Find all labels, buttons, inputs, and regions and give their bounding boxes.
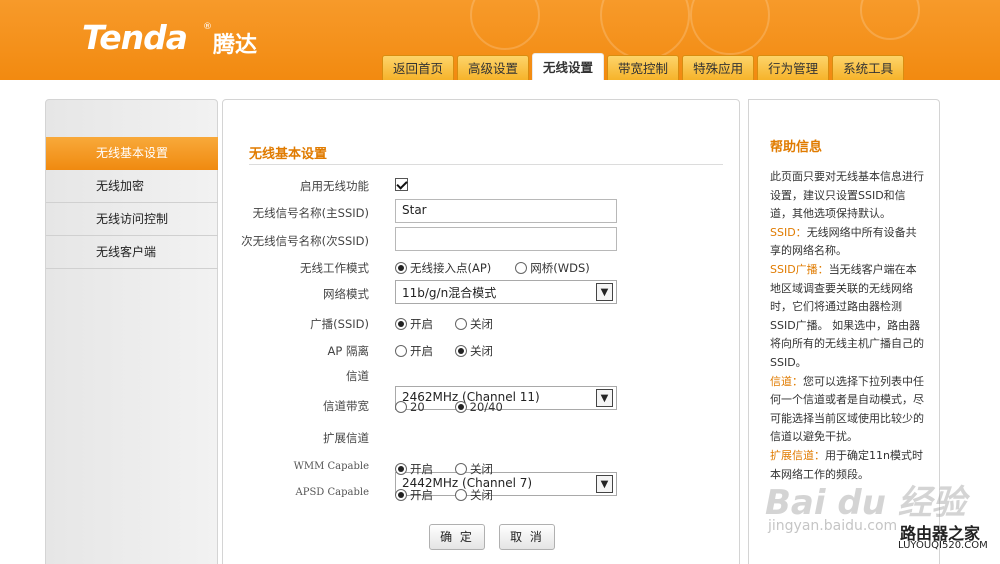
ssid-broadcast-label: 广播(SSID)	[310, 317, 369, 331]
ssid-broadcast-on-radio[interactable]	[395, 318, 407, 330]
wmm-off-radio[interactable]	[455, 463, 467, 475]
bandwidth-20-radio[interactable]	[395, 401, 407, 413]
wmm-radios: 开启 关闭	[395, 461, 493, 477]
work-mode-ap-radio[interactable]	[395, 262, 407, 274]
chevron-down-icon: ▼	[596, 389, 613, 407]
ssid-broadcast-off-label: 关闭	[470, 317, 493, 331]
enable-wireless-label: 启用无线功能	[300, 179, 369, 193]
wmm-off-label: 关闭	[470, 462, 493, 476]
sidebar-item-access-control[interactable]: 无线访问控制	[46, 203, 218, 236]
ok-button[interactable]: 确 定	[429, 524, 485, 550]
tab-advanced[interactable]: 高级设置	[457, 55, 530, 80]
bandwidth-20-40-radio[interactable]	[454, 401, 467, 413]
ssid-broadcast-on-label: 开启	[410, 317, 433, 331]
chevron-down-icon: ▼	[596, 283, 613, 301]
ap-isolation-off-label: 关闭	[470, 344, 493, 358]
tab-home[interactable]: 返回首页	[382, 55, 455, 80]
bandwidth-20-40-label: 20/40	[469, 400, 503, 414]
registered-mark: ®	[203, 22, 212, 32]
network-mode-select[interactable]: 11b/g/n混合模式 ▼	[395, 280, 617, 304]
ap-isolation-label: AP 隔离	[327, 344, 369, 358]
chevron-down-icon: ▼	[596, 475, 613, 493]
help-item-key: SSID广播：	[770, 262, 829, 276]
baidu-watermark-url: jingyan.baidu.com	[768, 518, 898, 534]
network-mode-value: 11b/g/n混合模式	[402, 286, 497, 300]
ssid-main-input[interactable]: Star	[395, 199, 617, 223]
sidebar-item-wireless-security[interactable]: 无线加密	[46, 170, 218, 203]
section-title: 无线基本设置	[249, 147, 328, 162]
ap-isolation-radios: 开启 关闭	[395, 343, 493, 359]
work-mode-label: 无线工作模式	[300, 261, 369, 275]
tab-wireless[interactable]: 无线设置	[532, 53, 605, 80]
help-title: 帮助信息	[770, 140, 823, 155]
help-item: 信道：您可以选择下拉列表中任何一个信道或者是自动模式，尽可能选择当前区域使用比较…	[770, 373, 925, 447]
ssid-main-label: 无线信号名称(主SSID)	[252, 206, 369, 220]
ssid-secondary-input[interactable]	[395, 227, 617, 251]
bandwidth-20-label: 20	[410, 400, 425, 414]
site-watermark-url: LUYOUQI520.COM	[898, 540, 988, 551]
ssid-broadcast-off-radio[interactable]	[455, 318, 467, 330]
work-mode-wds-radio[interactable]	[515, 262, 528, 274]
ap-isolation-on-label: 开启	[410, 344, 433, 358]
bandwidth-radios: 20 20/40	[395, 400, 503, 414]
sidebar: 无线基本设置 无线加密 无线访问控制 无线客户端	[45, 99, 218, 564]
help-item: SSID广播：当无线客户端在本地区域调查要关联的无线网络时，它们将通过路由器检测…	[770, 261, 925, 373]
cancel-button[interactable]: 取 消	[499, 524, 555, 550]
divider	[249, 164, 723, 165]
brand-logo: Tenda	[82, 18, 188, 57]
network-mode-label: 网络模式	[323, 287, 369, 301]
decor-bubble	[860, 0, 920, 40]
tab-special-apps[interactable]: 特殊应用	[682, 55, 755, 80]
brand-logo-cn: 腾达	[213, 33, 258, 58]
bandwidth-label: 信道带宽	[323, 399, 369, 413]
wmm-on-label: 开启	[410, 462, 433, 476]
help-item-key: 扩展信道：	[770, 448, 825, 462]
decor-bubble	[470, 0, 540, 50]
ssid-broadcast-radios: 开启 关闭	[395, 316, 493, 332]
help-item-key: SSID：	[770, 225, 807, 239]
tab-behavior[interactable]: 行为管理	[757, 55, 830, 80]
ap-isolation-on-radio[interactable]	[395, 345, 407, 357]
work-mode-ap-label: 无线接入点(AP)	[410, 261, 492, 275]
tab-system-tools[interactable]: 系统工具	[832, 55, 905, 80]
help-intro: 此页面只要对无线基本信息进行设置，建议只设置SSID和信道，其他选项保持默认。	[770, 170, 924, 221]
sidebar-item-wireless-clients[interactable]: 无线客户端	[46, 236, 218, 269]
help-item-key: 信道：	[770, 374, 803, 388]
decor-bubble	[600, 0, 690, 60]
header-bar: Tenda ® 腾达 返回首页 高级设置 无线设置 带宽控制 特殊应用 行为管理…	[0, 0, 1000, 80]
main-tabs: 返回首页 高级设置 无线设置 带宽控制 特殊应用 行为管理 系统工具	[382, 53, 905, 80]
tab-bandwidth[interactable]: 带宽控制	[607, 55, 680, 80]
work-mode-radios: 无线接入点(AP) 网桥(WDS)	[395, 260, 590, 276]
help-item-text: 当无线客户端在本地区域调查要关联的无线网络时，它们将通过路由器检测SSID广播。…	[770, 262, 924, 369]
apsd-off-label: 关闭	[470, 488, 493, 502]
help-item: SSID：无线网络中所有设备共享的网络名称。	[770, 224, 925, 261]
sidebar-item-wireless-basic[interactable]: 无线基本设置	[46, 137, 218, 170]
enable-wireless-checkbox[interactable]	[395, 178, 408, 194]
help-body: 此页面只要对无线基本信息进行设置，建议只设置SSID和信道，其他选项保持默认。 …	[770, 168, 925, 484]
channel-label: 信道	[346, 369, 369, 383]
ssid-secondary-label: 次无线信号名称(次SSID)	[241, 234, 369, 248]
decor-bubble	[690, 0, 770, 55]
baidu-watermark: Bai du 经验	[765, 483, 966, 523]
apsd-radios: 开启 关闭	[395, 487, 493, 503]
wmm-label: WMM Capable	[293, 461, 369, 472]
ap-isolation-off-radio[interactable]	[455, 345, 467, 357]
ext-channel-label: 扩展信道	[323, 431, 369, 445]
apsd-off-radio[interactable]	[455, 489, 467, 501]
apsd-on-label: 开启	[410, 488, 433, 502]
apsd-label: APSD Capable	[295, 487, 370, 498]
work-mode-wds-label: 网桥(WDS)	[530, 261, 590, 275]
settings-panel: 无线基本设置 启用无线功能 无线信号名称(主SSID) Star 次无线信号名称…	[222, 99, 740, 564]
wmm-on-radio[interactable]	[395, 463, 407, 475]
apsd-on-radio[interactable]	[395, 489, 407, 501]
